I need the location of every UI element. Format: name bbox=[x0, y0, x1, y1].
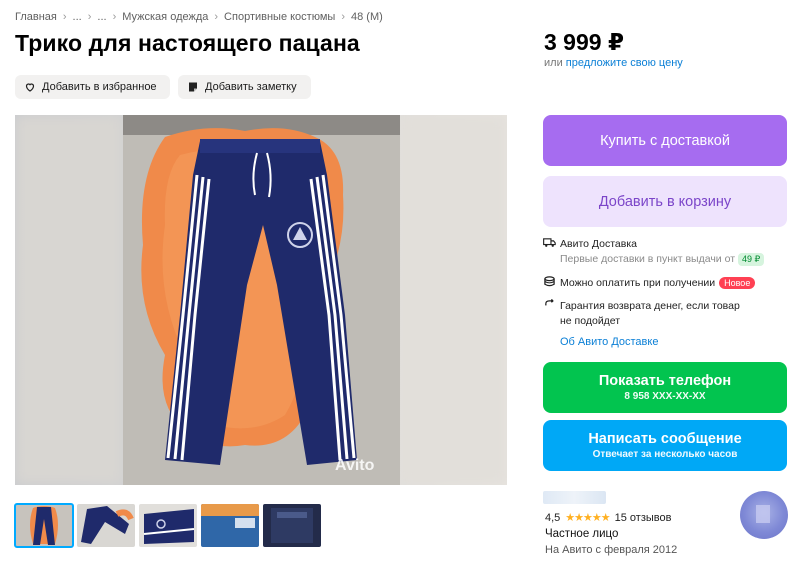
breadcrumb-mens-clothing[interactable]: Мужская одежда bbox=[122, 11, 208, 23]
thumbnail-image bbox=[201, 504, 259, 547]
add-note-button[interactable]: Добавить заметку bbox=[178, 75, 311, 99]
truck-icon bbox=[543, 238, 556, 247]
offer-prefix: или bbox=[544, 57, 566, 69]
rating-value: 4,5 bbox=[545, 511, 561, 524]
guarantee-line-1: Гарантия возврата денег, если товар bbox=[560, 300, 740, 312]
reviews-count: 15 отзывов bbox=[614, 511, 672, 524]
coins-icon bbox=[544, 276, 555, 287]
seller-name-blurred[interactable] bbox=[543, 491, 606, 504]
page-title: Трико для настоящего пацана bbox=[15, 30, 360, 56]
breadcrumb-item[interactable]: ... bbox=[73, 11, 82, 23]
new-badge: Новое bbox=[719, 277, 756, 289]
thumbnail-image bbox=[77, 504, 135, 547]
guarantee-line-2: не подойдет bbox=[560, 315, 621, 327]
product-image: Avito bbox=[15, 115, 507, 485]
about-avito-delivery-link[interactable]: Об Авито Доставке bbox=[560, 336, 658, 348]
thumbnail-image bbox=[263, 504, 321, 547]
thumbnail-strip bbox=[14, 503, 321, 548]
seller-type: Частное лицо bbox=[545, 528, 619, 540]
thumbnail-4[interactable] bbox=[201, 504, 259, 547]
delivery-title: Авито Доставка bbox=[560, 238, 637, 250]
offer-price-link[interactable]: предложите свою цену bbox=[566, 57, 683, 69]
thumbnail-3[interactable] bbox=[139, 504, 197, 547]
avito-watermark: Avito bbox=[335, 457, 375, 474]
add-to-favorites-button[interactable]: Добавить в избранное bbox=[15, 75, 170, 99]
add-note-label: Добавить заметку bbox=[205, 81, 297, 93]
chevron-right-icon: › bbox=[87, 11, 92, 23]
avatar[interactable] bbox=[740, 491, 788, 539]
price: 3 999 ₽ bbox=[544, 29, 624, 55]
breadcrumb-size[interactable]: 48 (M) bbox=[351, 11, 383, 23]
pay-on-receipt-text: Можно оплатить при получении bbox=[560, 277, 716, 289]
first-delivery-text: Первые доставки в пункт выдачи от bbox=[560, 253, 736, 265]
add-to-cart-button[interactable]: Добавить в корзину bbox=[543, 176, 787, 227]
return-icon bbox=[545, 299, 554, 306]
thumbnail-5[interactable] bbox=[263, 504, 321, 547]
first-delivery-price-badge: 49 ₽ bbox=[738, 253, 765, 266]
breadcrumb-home[interactable]: Главная bbox=[15, 11, 57, 23]
chevron-right-icon: › bbox=[341, 11, 345, 23]
breadcrumb: Главная › ... › ... › Мужская одежда › С… bbox=[15, 11, 383, 23]
breadcrumb-item[interactable]: ... bbox=[97, 11, 106, 23]
thumbnail-image bbox=[15, 504, 73, 547]
add-to-favorites-label: Добавить в избранное bbox=[42, 81, 157, 93]
response-time: Отвечает за несколько часов bbox=[592, 449, 738, 460]
write-message-label: Написать сообщение bbox=[588, 431, 742, 447]
chevron-right-icon: › bbox=[214, 11, 219, 23]
chevron-right-icon: › bbox=[112, 11, 117, 23]
heart-icon bbox=[25, 83, 35, 92]
phone-number-masked: 8 958 XXX-XX-XX bbox=[624, 391, 706, 402]
add-to-cart-label: Добавить в корзину bbox=[598, 193, 732, 210]
write-message-button[interactable]: Написать сообщение Отвечает за несколько… bbox=[543, 420, 787, 471]
main-product-photo[interactable]: Avito bbox=[15, 115, 507, 485]
guarantee-line-2-row: не подойдет bbox=[560, 315, 620, 327]
thumbnail-1[interactable] bbox=[14, 503, 74, 548]
seller-rating[interactable]: 4,5 ★★★★★ 15 отзывов bbox=[545, 511, 672, 525]
thumbnail-image bbox=[139, 504, 197, 547]
buy-with-delivery-label: Купить с доставкой bbox=[600, 132, 730, 149]
guarantee-row: Гарантия возврата денег, если товар bbox=[543, 299, 740, 312]
seller-since: На Авито с февраля 2012 bbox=[545, 544, 678, 556]
buy-with-delivery-button[interactable]: Купить с доставкой bbox=[543, 115, 787, 166]
note-icon bbox=[189, 82, 197, 92]
first-delivery-row: Первые доставки в пункт выдачи от 49 ₽ bbox=[560, 253, 765, 266]
show-phone-label: Показать телефон bbox=[598, 373, 732, 389]
thumbnail-2[interactable] bbox=[77, 504, 135, 547]
delivery-title-row: Авито Доставка bbox=[543, 237, 637, 250]
pay-on-receipt-row: Можно оплатить при получении Новое bbox=[543, 276, 756, 289]
offer-line: или предложите свою цену bbox=[544, 57, 683, 69]
star-icon: ★★★★★ bbox=[565, 512, 610, 524]
chevron-right-icon: › bbox=[62, 11, 67, 23]
breadcrumb-sport-suits[interactable]: Спортивные костюмы bbox=[224, 11, 335, 23]
show-phone-button[interactable]: Показать телефон 8 958 XXX-XX-XX bbox=[543, 362, 787, 413]
